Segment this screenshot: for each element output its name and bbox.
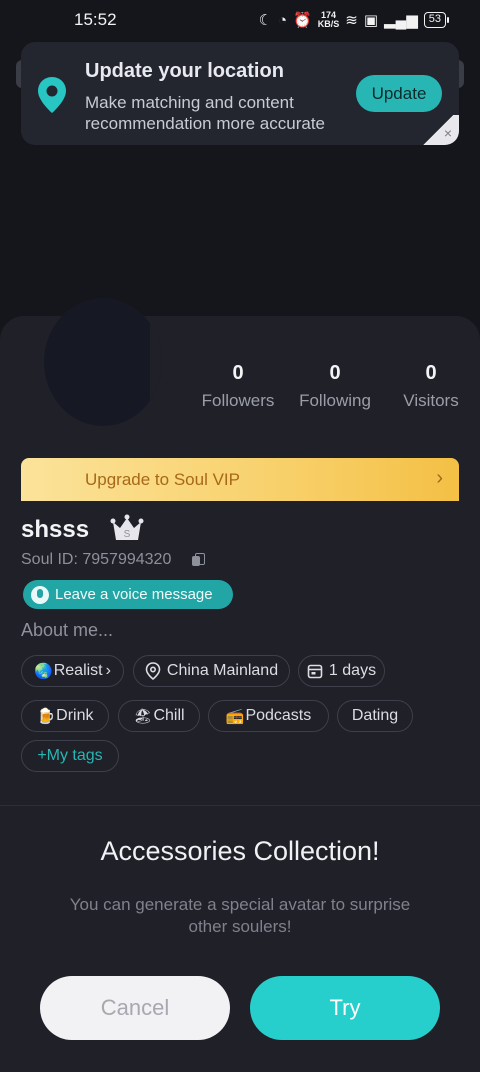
microphone-icon [31, 585, 49, 604]
moon-icon: ☾ [258, 11, 273, 29]
chevron-right-icon: › [436, 467, 443, 489]
calendar-icon [307, 664, 323, 679]
chip-label: China Mainland [166, 662, 279, 679]
signal-icon: ▂▄▆ [384, 11, 418, 29]
tag-label: Podcasts [245, 707, 312, 724]
copy-icon[interactable] [192, 553, 205, 567]
stat-visitors[interactable]: 0 Visitors [376, 362, 480, 411]
chip-location[interactable]: China Mainland [133, 655, 290, 687]
my-tags-label: +My tags [37, 747, 103, 764]
about-me[interactable]: About me... [21, 620, 113, 641]
banner-description: Make matching and content recommendation… [85, 93, 326, 133]
location-icon [145, 662, 161, 680]
status-bar: 15:52 ☾ ◔ ⏰ 174 KB/S ≋ ▣ ▂▄▆ 53 [0, 0, 480, 40]
stat-label: Visitors [403, 391, 459, 410]
network-speed: 174 KB/S [317, 10, 340, 29]
update-button[interactable]: Update [356, 75, 442, 112]
close-icon: × [443, 125, 452, 141]
status-icons: ☾ ◔ ⏰ 174 KB/S ≋ ▣ ▂▄▆ 53 [258, 10, 450, 29]
speedometer-icon: ◔ [278, 11, 288, 29]
tag-label: Chill [153, 707, 185, 724]
globe-icon: 🌏 [34, 663, 53, 680]
tag-dating[interactable]: Dating [337, 700, 413, 732]
stat-value: 0 [425, 362, 437, 384]
beer-icon: 🍺 [36, 708, 56, 725]
tag-label: Drink [56, 707, 94, 724]
clock: 15:52 [74, 10, 117, 29]
stat-value: 0 [329, 362, 341, 384]
alarm-icon: ⏰ [293, 11, 312, 29]
battery-icon: 53 [423, 12, 450, 28]
stat-followers[interactable]: 0 Followers [183, 362, 293, 411]
beach-icon: 🏖 [133, 708, 153, 725]
sheet-title: Accessories Collection! [100, 836, 380, 866]
chip-label: 1 days [328, 662, 377, 679]
stat-value: 0 [232, 362, 244, 384]
stat-label: Following [299, 391, 371, 410]
try-button[interactable]: Try [250, 976, 440, 1040]
avatar[interactable] [44, 298, 162, 426]
wifi-icon: ≋ [345, 11, 358, 29]
tag-chill[interactable]: 🏖 Chill [118, 700, 200, 732]
radio-icon: 📻 [225, 708, 245, 725]
stat-following[interactable]: 0 Following [280, 362, 390, 411]
chip-days[interactable]: 1 days [298, 655, 385, 687]
location-pin-icon [38, 77, 66, 113]
voice-message-label: Leave a voice message [55, 586, 213, 603]
tag-label: Dating [351, 707, 399, 724]
my-tags-button[interactable]: +My tags [21, 740, 119, 772]
vip-label: Upgrade to Soul VIP [85, 469, 240, 489]
tag-drink[interactable]: 🍺 Drink [21, 700, 109, 732]
upgrade-vip-banner[interactable]: Upgrade to Soul VIP › [21, 458, 459, 501]
chevron-right-icon: › [105, 662, 111, 679]
username: shsss [21, 516, 90, 543]
location-banner: Update your location Make matching and c… [21, 42, 459, 145]
svg-text:S: S [124, 529, 131, 540]
banner-title: Update your location [85, 60, 284, 82]
soul-id: Soul ID: 7957994320 [21, 551, 172, 568]
voice-message-button[interactable]: Leave a voice message [23, 580, 233, 609]
stat-label: Followers [201, 391, 275, 410]
sheet-description: You can generate a special avatar to sur… [69, 895, 411, 936]
chip-label: Realist [53, 662, 103, 679]
chip-personality[interactable]: 🌏 Realist › [21, 655, 124, 687]
cancel-button[interactable]: Cancel [40, 976, 230, 1040]
hd-icon: ▣ [363, 11, 379, 29]
banner-close-button[interactable]: × [417, 115, 459, 145]
crown-icon[interactable]: S [110, 514, 144, 544]
tag-podcasts[interactable]: 📻 Podcasts [208, 700, 329, 732]
